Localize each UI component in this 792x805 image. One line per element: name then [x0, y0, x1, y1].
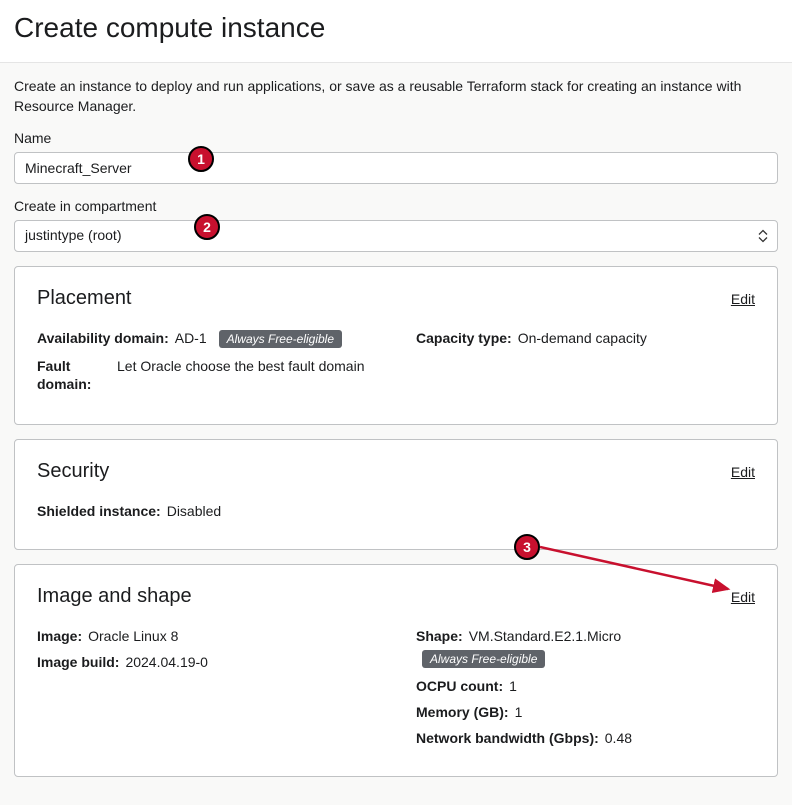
bandwidth-value: 0.48 — [605, 730, 632, 746]
image-value: Oracle Linux 8 — [88, 628, 178, 644]
shape-key: Shape: — [416, 628, 463, 644]
availability-domain-key: Availability domain: — [37, 330, 169, 346]
page-description: Create an instance to deploy and run app… — [14, 77, 778, 116]
shape-value: VM.Standard.E2.1.Micro — [469, 628, 622, 644]
memory-key: Memory (GB): — [416, 704, 509, 720]
image-shape-card: Image and shape Edit Image: Oracle Linux… — [14, 564, 778, 777]
compartment-label: Create in compartment — [14, 198, 778, 214]
image-key: Image: — [37, 628, 82, 644]
name-input[interactable] — [14, 152, 778, 184]
placement-card: Placement Edit Availability domain: AD-1… — [14, 266, 778, 425]
image-shape-edit-link[interactable]: Edit — [731, 589, 755, 605]
placement-title: Placement — [37, 287, 132, 310]
name-label: Name — [14, 130, 778, 146]
image-build-value: 2024.04.19-0 — [125, 654, 208, 670]
bandwidth-key: Network bandwidth (Gbps): — [416, 730, 599, 746]
image-shape-title: Image and shape — [37, 585, 192, 608]
shielded-value: Disabled — [167, 503, 221, 519]
fault-domain-key: Fault domain: — [37, 358, 91, 392]
always-free-badge: Always Free-eligible — [219, 330, 342, 348]
capacity-type-key: Capacity type: — [416, 330, 512, 346]
ocpu-key: OCPU count: — [416, 678, 503, 694]
ocpu-value: 1 — [509, 678, 517, 694]
capacity-type-value: On-demand capacity — [518, 330, 647, 346]
shielded-key: Shielded instance: — [37, 503, 161, 519]
placement-edit-link[interactable]: Edit — [731, 291, 755, 307]
shape-always-free-badge: Always Free-eligible — [422, 650, 545, 668]
compartment-select[interactable]: justintype (root) — [14, 220, 778, 252]
page-title: Create compute instance — [14, 12, 778, 44]
security-card: Security Edit Shielded instance: Disable… — [14, 439, 778, 550]
image-build-key: Image build: — [37, 654, 119, 670]
security-edit-link[interactable]: Edit — [731, 464, 755, 480]
fault-domain-value: Let Oracle choose the best fault domain — [117, 358, 364, 374]
security-title: Security — [37, 460, 109, 483]
memory-value: 1 — [515, 704, 523, 720]
availability-domain-value: AD-1 — [175, 330, 207, 346]
